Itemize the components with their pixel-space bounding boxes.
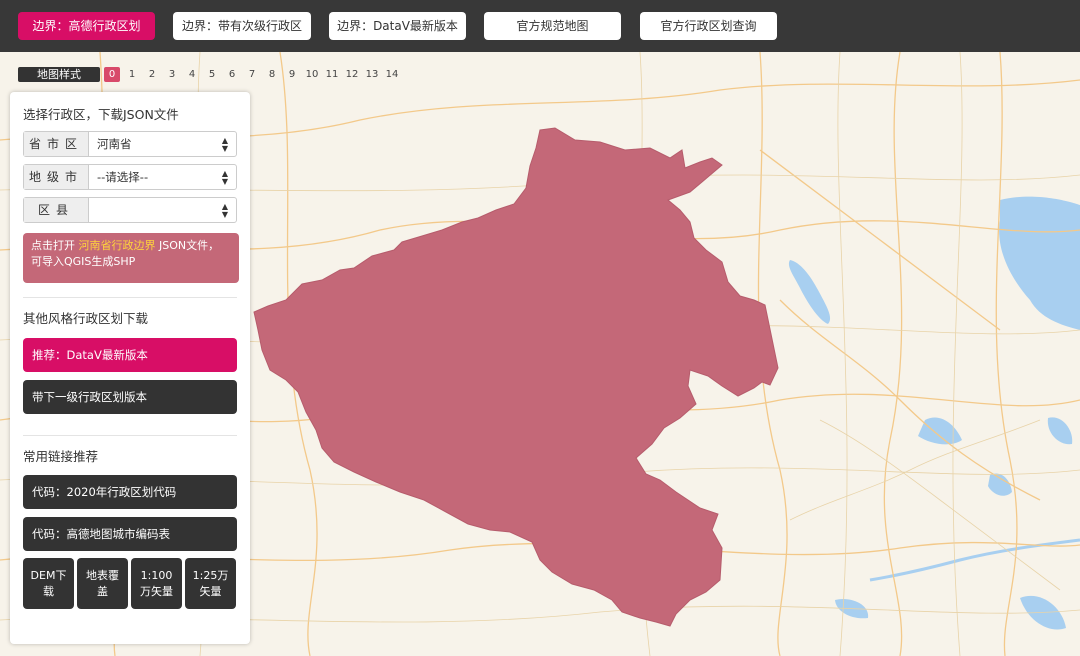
vector-250k-button[interactable]: 1:25万矢量 <box>185 558 236 609</box>
vector-1m-label: 1:100万矢量 <box>140 568 173 598</box>
vector-250k-label: 1:25万矢量 <box>192 568 229 598</box>
divider <box>23 435 237 436</box>
city-select-value[interactable]: --请选择-- ▲ ▼ <box>89 165 236 189</box>
district-select[interactable]: 区县 ▲ ▼ <box>23 197 237 223</box>
top-nav-bar: 边界：高德行政区划 边界：带有次级行政区 边界：DataV最新版本 官方规范地图… <box>0 0 1080 52</box>
map-style-option[interactable]: 1 <box>122 67 142 82</box>
district-select-label: 区县 <box>24 198 89 222</box>
map-style-option[interactable]: 4 <box>182 67 202 82</box>
map-style-option[interactable]: 9 <box>282 67 302 82</box>
province-select-value[interactable]: 河南省 ▲ ▼ <box>89 132 236 156</box>
notice-suffix: JSON文件， <box>155 239 220 252</box>
land-cover-button[interactable]: 地表覆盖 <box>77 558 128 609</box>
map-style-option[interactable]: 11 <box>322 67 342 82</box>
nav-sub-level-boundary-button[interactable]: 边界：带有次级行政区 <box>173 12 311 40</box>
side-panel: 选择行政区，下载JSON文件 省市区 河南省 ▲ ▼ 地级市 --请选择-- ▲ ▼… <box>10 92 250 644</box>
province-select-label: 省市区 <box>24 132 89 156</box>
notice-region-link[interactable]: 河南省行政边界 <box>79 239 156 252</box>
select-region-title: 选择行政区，下载JSON文件 <box>23 107 179 122</box>
map-style-option[interactable]: 14 <box>382 67 402 82</box>
map-style-option[interactable]: 5 <box>202 67 222 82</box>
nav-official-division-query-button[interactable]: 官方行政区划查询 <box>640 12 777 40</box>
map-style-option[interactable]: 3 <box>162 67 182 82</box>
amap-city-code-button[interactable]: 代码：高德地图城市编码表 <box>23 517 237 551</box>
district-select-value[interactable]: ▲ ▼ <box>89 198 236 222</box>
notice-prefix: 点击打开 <box>31 239 79 252</box>
sub-level-version-button[interactable]: 带下一级行政区划版本 <box>23 380 237 414</box>
notice-line2: 可导入QGIS生成SHP <box>31 255 136 268</box>
map-style-label: 地图样式 <box>18 66 100 82</box>
nav-datav-boundary-button[interactable]: 边界：DataV最新版本 <box>329 12 466 40</box>
province-select-text: 河南省 <box>97 137 132 151</box>
nav-official-map-button[interactable]: 官方规范地图 <box>484 12 621 40</box>
city-select[interactable]: 地级市 --请选择-- ▲ ▼ <box>23 164 237 190</box>
select-arrow-icon: ▲ ▼ <box>221 202 228 219</box>
city-select-label: 地级市 <box>24 165 89 189</box>
map-style-option[interactable]: 0 <box>104 66 120 82</box>
datav-latest-button[interactable]: 推荐：DataV最新版本 <box>23 338 237 372</box>
other-style-title: 其他风格行政区划下载 <box>23 311 149 326</box>
nav-amap-boundary-button[interactable]: 边界：高德行政区划 <box>18 12 155 40</box>
map-style-option[interactable]: 7 <box>242 67 262 82</box>
dem-download-label: DEM下载 <box>30 568 67 598</box>
map-style-option[interactable]: 10 <box>302 67 322 82</box>
map-style-option[interactable]: 6 <box>222 67 242 82</box>
map-style-option[interactable]: 2 <box>142 67 162 82</box>
dem-download-button[interactable]: DEM下载 <box>23 558 74 609</box>
province-select[interactable]: 省市区 河南省 ▲ ▼ <box>23 131 237 157</box>
select-arrow-icon: ▲ ▼ <box>221 136 228 153</box>
map-style-option[interactable]: 8 <box>262 67 282 82</box>
map-style-option[interactable]: 13 <box>362 67 382 82</box>
links-title: 常用链接推荐 <box>23 449 99 464</box>
select-arrow-icon: ▲ ▼ <box>221 169 228 186</box>
city-select-text: --请选择-- <box>97 170 149 184</box>
map-style-selector: 地图样式 0 1 2 3 4 5 6 7 8 9 10 11 12 13 14 <box>18 66 402 82</box>
download-json-notice[interactable]: 点击打开 河南省行政边界 JSON文件， 可导入QGIS生成SHP <box>23 233 239 283</box>
map-style-option[interactable]: 12 <box>342 67 362 82</box>
vector-1m-button[interactable]: 1:100万矢量 <box>131 558 182 609</box>
divider <box>23 297 237 298</box>
code-2020-button[interactable]: 代码：2020年行政区划代码 <box>23 475 237 509</box>
land-cover-label: 地表覆盖 <box>86 568 119 598</box>
